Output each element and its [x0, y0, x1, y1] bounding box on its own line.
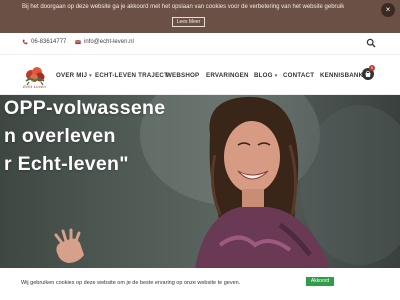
phone-icon	[22, 39, 28, 45]
contact-email[interactable]: info@echt-leven.nl	[75, 39, 134, 45]
cookie-top-message: Bij het doorgaan op deze website ga je a…	[22, 4, 345, 10]
nav-item-ervaringen[interactable]: ERVARINGEN	[206, 72, 249, 79]
cookie-bottom-message: Wij gebruiken cookies op deze website om…	[21, 280, 241, 286]
nav-item-contact[interactable]: CONTACT	[283, 72, 314, 79]
hero-heading-line-3: r Echt-leven"	[4, 153, 129, 175]
nav-item-echt-leven-traject[interactable]: ECHT-LEVEN TRAJECT	[95, 72, 168, 79]
nav-label: KENNISBANK	[320, 72, 364, 79]
hero-photo-hand	[54, 228, 84, 263]
hero-heading-line-2: n overleven	[4, 125, 116, 147]
nav-label: ERVARINGEN	[206, 72, 249, 79]
nav-label: ECHT-LEVEN TRAJECT	[95, 72, 169, 79]
hero-heading-line-1: OPP-volwassene	[4, 97, 166, 119]
nav-label: CONTACT	[283, 72, 315, 79]
contact-bar: 06-83614777 info@echt-leven.nl	[0, 33, 400, 55]
nav-label: BLOG	[254, 72, 273, 79]
nav-item-over-mij[interactable]: OVER MIJ ▾	[56, 72, 92, 79]
nav-item-webshop[interactable]: WEBSHOP	[166, 72, 199, 79]
chevron-down-icon: ▾	[274, 73, 278, 79]
cookie-consent-bar-bottom: Wij gebruiken cookies op deze website om…	[0, 268, 400, 300]
read-more-button[interactable]: Lees Meer	[172, 17, 205, 27]
cookie-consent-banner-top: Bij het doorgaan op deze website ga je a…	[0, 0, 400, 33]
chevron-down-icon: ▾	[89, 73, 92, 79]
contact-phone[interactable]: 06-83614777	[22, 39, 66, 45]
search-icon[interactable]	[366, 38, 376, 48]
accept-cookies-button[interactable]: Akkoord	[306, 277, 334, 286]
cart-count-badge: 0	[369, 65, 375, 71]
nav-item-blog[interactable]: BLOG ▾	[254, 72, 277, 79]
hero-photo-woman	[195, 96, 330, 268]
logo-text: Echt Leven	[23, 84, 46, 89]
nav-item-kennisbank[interactable]: KENNISBANK	[320, 72, 363, 79]
mail-icon	[75, 40, 81, 45]
nav-label: OVER MIJ	[56, 72, 88, 79]
main-navigation: Echt Leven OVER MIJ ▾ ECHT-LEVEN TRAJECT …	[0, 55, 400, 95]
nav-label: WEBSHOP	[166, 72, 200, 79]
phone-number: 06-83614777	[31, 39, 67, 45]
hero-banner: OPP-volwassene n overleven r Echt-leven"	[0, 95, 400, 268]
email-address: info@echt-leven.nl	[84, 39, 134, 45]
close-icon[interactable]: ×	[381, 3, 395, 17]
